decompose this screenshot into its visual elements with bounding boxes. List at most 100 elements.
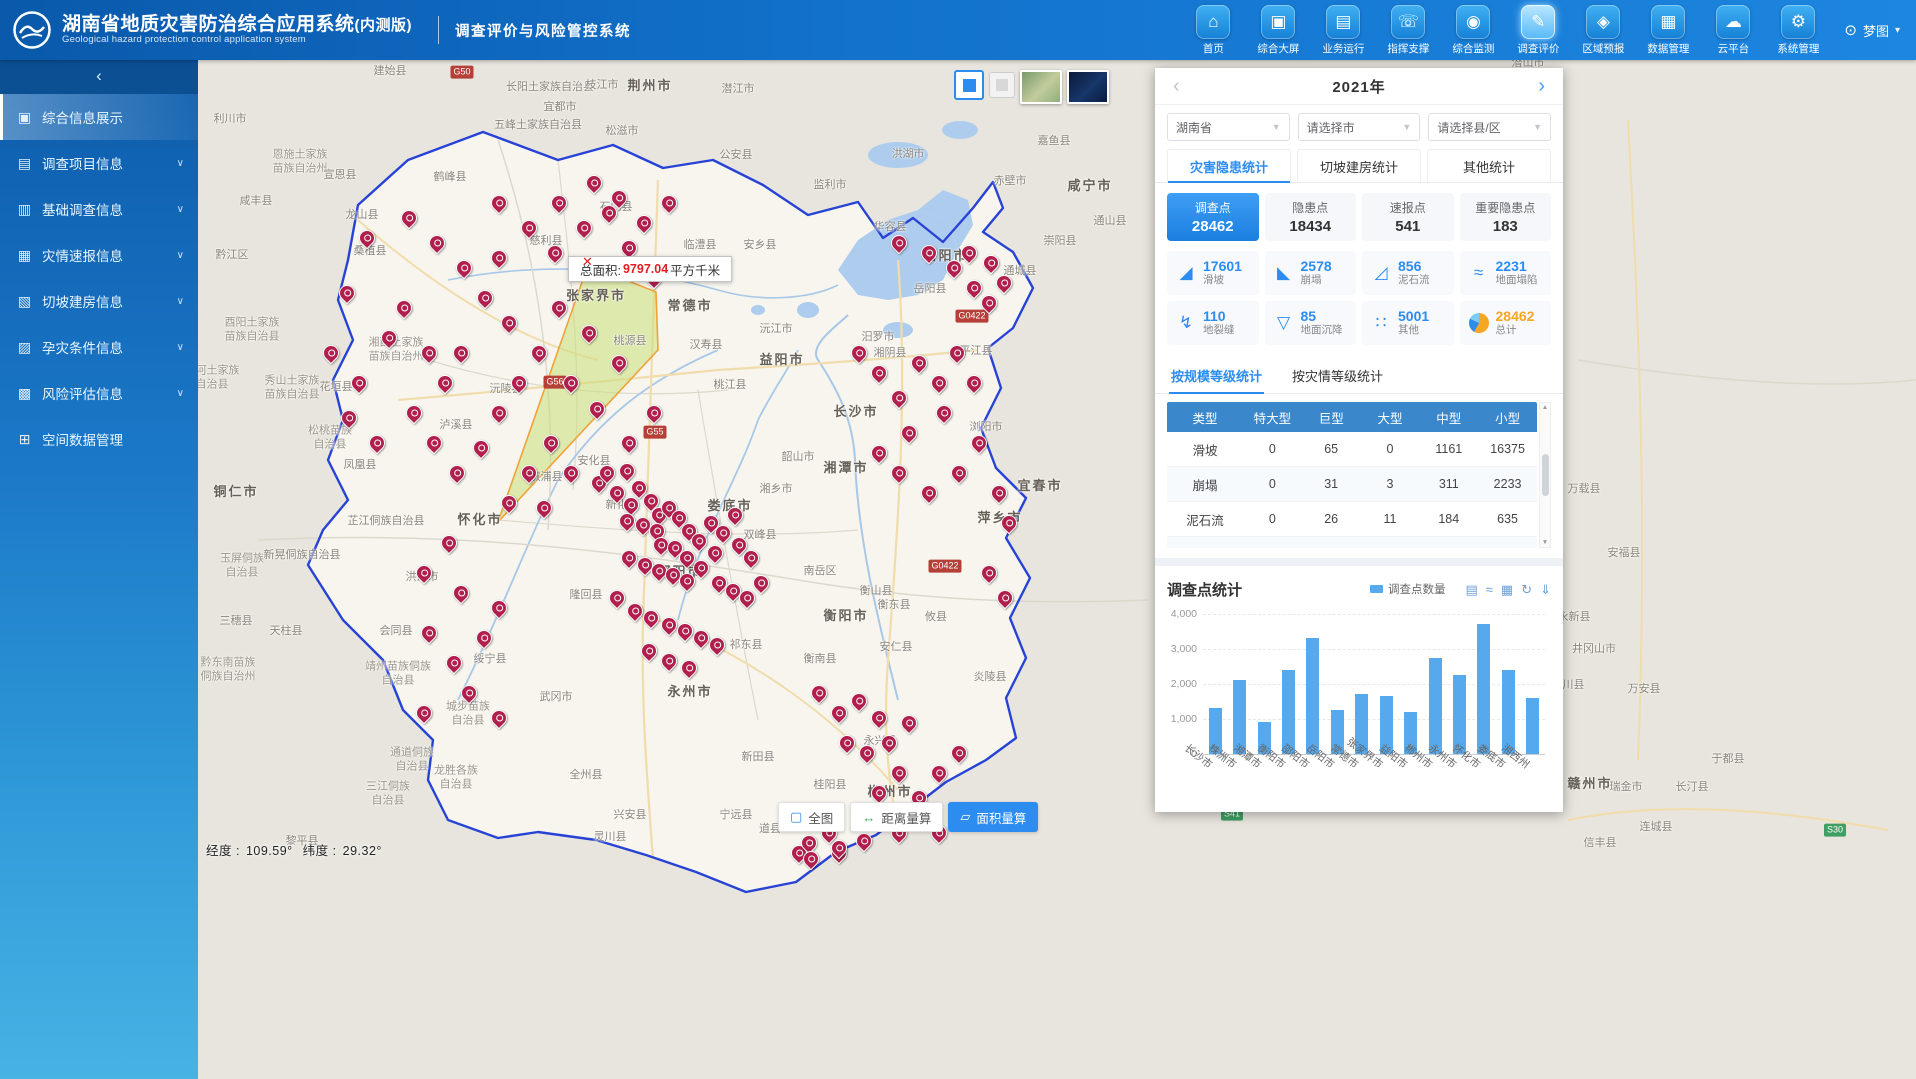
application-window: 利川市建始县长阳土家族自治县宜都市枝江市荆州市潜江市五峰土家族自治县松滋市公安县…	[0, 0, 1916, 1079]
ground-collapse-icon: ≈	[1469, 263, 1489, 283]
nav-item-云平台[interactable]: ☁ 云平台	[1707, 5, 1759, 56]
nav-item-系统管理[interactable]: ⚙ 系统管理	[1772, 5, 1824, 56]
chart-bar[interactable]	[1477, 624, 1490, 754]
map-tool-label: 全图	[808, 808, 833, 827]
stat-card-重要隐患点[interactable]: 重要隐患点 183	[1460, 193, 1552, 241]
table-row[interactable]: 滑坡0650116116375	[1167, 432, 1537, 467]
nav-item-指挥支撑[interactable]: ☏ 指挥支撑	[1382, 5, 1434, 56]
area-button[interactable]: ▱ 面积量算	[948, 802, 1038, 832]
nav-item-数据管理[interactable]: ▦ 数据管理	[1642, 5, 1694, 56]
subsystem-name: 调查评价与风险管控系统	[455, 20, 631, 41]
bar-group-郴州市[interactable]: 郴州市	[1423, 614, 1447, 754]
download-icon[interactable]: ⇓	[1540, 583, 1551, 596]
satellite-layer-thumbnail[interactable]	[1020, 70, 1062, 104]
chart-bar[interactable]	[1429, 658, 1442, 754]
dark-layer-thumbnail[interactable]	[1067, 70, 1109, 104]
sidebar-item-调查项目信息[interactable]: ▤ 调查项目信息 ∨	[0, 140, 198, 186]
nav-item-业务运行[interactable]: ▤ 业务运行	[1317, 5, 1369, 56]
header-divider	[438, 16, 439, 44]
scrollbar-thumb[interactable]	[1542, 454, 1549, 496]
hazard-stat-崩塌[interactable]: ◣ 2578 崩塌	[1265, 251, 1357, 295]
blank-layer-icon[interactable]	[989, 72, 1015, 98]
province-select[interactable]: 湖南省 ▼	[1167, 113, 1290, 141]
project-info-icon: ▤	[16, 155, 33, 172]
nav-label: 业务运行	[1317, 41, 1369, 56]
sidebar-item-风险评估信息[interactable]: ▩ 风险评估信息 ∨	[0, 370, 198, 416]
stat-card-速报点[interactable]: 速报点 541	[1362, 193, 1454, 241]
chart-legend[interactable]: 调查点数量	[1370, 581, 1446, 597]
table-row[interactable]: 崩塌03133112233	[1167, 467, 1537, 502]
table-cell: 0	[1243, 442, 1302, 456]
bar-group-湘西州[interactable]: 湘西州	[1520, 614, 1544, 754]
user-menu[interactable]: ⊙ 梦图 ▾	[1844, 21, 1900, 40]
select-value: 湖南省	[1176, 119, 1212, 136]
bar-group-湘潭市[interactable]: 湘潭市	[1252, 614, 1276, 754]
sidebar-item-切坡建房信息[interactable]: ▧ 切坡建房信息 ∨	[0, 278, 198, 324]
table-cell: 311	[1419, 477, 1478, 491]
hazard-stat-滑坡[interactable]: ◢ 17601 滑坡	[1167, 251, 1259, 295]
bar-group-株洲市[interactable]: 株洲市	[1227, 614, 1251, 754]
scroll-down-icon[interactable]: ▼	[1542, 539, 1548, 546]
hazard-stat-地裂缝[interactable]: ↯ 110 地裂缝	[1167, 301, 1259, 345]
table-row[interactable]: 地面塌陷07593951752	[1167, 537, 1537, 548]
bar-chart-icon[interactable]: ▦	[1501, 583, 1513, 596]
county-select[interactable]: 请选择县/区 ▼	[1428, 113, 1551, 141]
nav-item-区域预报[interactable]: ◈ 区域预报	[1577, 5, 1629, 56]
chart-bar[interactable]	[1526, 698, 1539, 754]
tab-切坡建房统计[interactable]: 切坡建房统计	[1297, 149, 1421, 182]
stat-card-隐患点[interactable]: 隐患点 18434	[1265, 193, 1357, 241]
hazard-stat-地面塌陷[interactable]: ≈ 2231 地面塌陷	[1460, 251, 1552, 295]
map-area[interactable]: 利川市建始县长阳土家族自治县宜都市枝江市荆州市潜江市五峰土家族自治县松滋市公安县…	[198, 60, 1916, 1079]
tab-按规模等级统计[interactable]: 按规模等级统计	[1169, 359, 1264, 394]
vector-layer-icon[interactable]	[954, 70, 984, 100]
bar-group-永州市[interactable]: 永州市	[1447, 614, 1471, 754]
table-cell: 地面塌陷	[1167, 545, 1243, 549]
tab-按灾情等级统计[interactable]: 按灾情等级统计	[1290, 359, 1385, 393]
chart-bar[interactable]	[1306, 638, 1319, 754]
bar-group-邵阳市[interactable]: 邵阳市	[1301, 614, 1325, 754]
hazard-stat-泥石流[interactable]: ◿ 856 泥石流	[1362, 251, 1454, 295]
fullmap-button[interactable]: ▢ 全图	[778, 802, 845, 832]
hazard-stat-其他[interactable]: ∷ 5001 其他	[1362, 301, 1454, 345]
table-scrollbar[interactable]: ▲ ▼	[1539, 402, 1551, 548]
nav-item-首页[interactable]: ⌂ 首页	[1187, 5, 1239, 56]
hazard-stat-label: 总计	[1496, 324, 1535, 337]
nav-item-调查评价[interactable]: ✎ 调查评价	[1512, 5, 1564, 56]
sidebar-item-基础调查信息[interactable]: ▥ 基础调查信息 ∨	[0, 186, 198, 232]
nav-item-综合大屏[interactable]: ▣ 综合大屏	[1252, 5, 1304, 56]
sidebar-item-灾情速报信息[interactable]: ▦ 灾情速报信息 ∨	[0, 232, 198, 278]
chevron-down-icon: ∨	[177, 158, 184, 169]
year-prev-button[interactable]: ‹	[1169, 76, 1184, 96]
bar-group-怀化市[interactable]: 怀化市	[1472, 614, 1496, 754]
stat-card-调查点[interactable]: 调查点 28462	[1167, 193, 1259, 241]
nav-label: 数据管理	[1642, 41, 1694, 56]
sidebar-item-综合信息展示[interactable]: ▣ 综合信息展示	[0, 94, 198, 140]
bar-group-益阳市[interactable]: 益阳市	[1398, 614, 1422, 754]
table-cell: 635	[1478, 512, 1537, 526]
bar-group-长沙市[interactable]: 长沙市	[1203, 614, 1227, 754]
year-next-button[interactable]: ›	[1534, 76, 1549, 96]
sidebar-item-空间数据管理[interactable]: ⊞ 空间数据管理	[0, 416, 198, 462]
measure-delete-icon[interactable]: ✕	[582, 254, 593, 270]
distance-button[interactable]: ↔ 距离量算	[850, 802, 943, 832]
city-select[interactable]: 请选择市 ▼	[1298, 113, 1421, 141]
tab-灾害隐患统计[interactable]: 灾害隐患统计	[1167, 149, 1291, 182]
bar-group-娄底市[interactable]: 娄底市	[1496, 614, 1520, 754]
bar-group-张家界市[interactable]: 张家界市	[1374, 614, 1398, 754]
bar-group-常德市[interactable]: 常德市	[1350, 614, 1374, 754]
sidebar-collapse-button[interactable]: ‹	[0, 60, 198, 94]
sidebar-item-孕灾条件信息[interactable]: ▨ 孕灾条件信息 ∨	[0, 324, 198, 370]
bar-group-衡阳市[interactable]: 衡阳市	[1276, 614, 1300, 754]
scroll-up-icon[interactable]: ▲	[1542, 404, 1548, 411]
line-chart-icon[interactable]: ≈	[1486, 583, 1493, 596]
bar-group-岳阳市[interactable]: 岳阳市	[1325, 614, 1349, 754]
report-icon[interactable]: ▤	[1465, 583, 1477, 596]
table-row[interactable]: 泥石流02611184635	[1167, 502, 1537, 537]
nav-item-综合监测[interactable]: ◉ 综合监测	[1447, 5, 1499, 56]
refresh-icon[interactable]: ↻	[1521, 583, 1532, 596]
landslide-icon: ◢	[1176, 263, 1196, 283]
hazard-stat-总计[interactable]: 28462 总计	[1460, 301, 1552, 345]
hazard-stat-地面沉降[interactable]: ▽ 85 地面沉降	[1265, 301, 1357, 345]
statistics-panel: ‹ 2021年 › 湖南省 ▼ 请选择市 ▼ 请选择县/区 ▼ 灾害隐患统计切坡…	[1155, 68, 1563, 812]
tab-其他统计[interactable]: 其他统计	[1427, 149, 1551, 182]
